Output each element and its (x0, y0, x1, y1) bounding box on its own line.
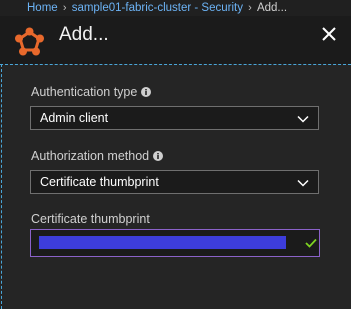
breadcrumb: Home › sample01-fabric-cluster - Security ›… (0, 0, 351, 16)
auth-type-label: Authentication type (31, 84, 152, 100)
chevron-down-icon (297, 115, 309, 123)
blade-content: Authentication type Admin client Authori… (0, 64, 351, 309)
breadcrumb-current: Add... (256, 2, 288, 14)
chevron-right-icon: › (62, 2, 67, 14)
breadcrumb-home-link[interactable]: Home (27, 2, 58, 14)
authorization-method-value: Certificate thumbprint (40, 175, 159, 189)
blade-header: Add... (0, 16, 351, 64)
certificate-thumbprint-label: Certificate thumbprint (31, 212, 150, 226)
authorization-method-label: Authorization method (31, 148, 164, 164)
auth-type-label-text: Authentication type (31, 85, 138, 99)
info-icon[interactable] (153, 151, 164, 161)
breadcrumb-cluster-security-link[interactable]: sample01-fabric-cluster - Security (72, 2, 243, 14)
blade-title: Add... (59, 24, 109, 45)
info-icon[interactable] (141, 87, 152, 97)
authorization-method-select[interactable]: Certificate thumbprint (30, 170, 319, 194)
certificate-thumbprint-input[interactable] (30, 229, 320, 257)
content-edge (1, 64, 2, 309)
authorization-method-label-text: Authorization method (31, 149, 150, 163)
chevron-down-icon (297, 179, 309, 187)
auth-type-select[interactable]: Admin client (30, 106, 319, 130)
close-icon[interactable] (319, 24, 339, 44)
redacted-thumbprint-value (39, 236, 286, 249)
service-fabric-logo-icon (15, 27, 44, 56)
auth-type-value: Admin client (40, 111, 109, 125)
chevron-right-icon: › (248, 2, 252, 14)
checkmark-icon (305, 238, 317, 248)
